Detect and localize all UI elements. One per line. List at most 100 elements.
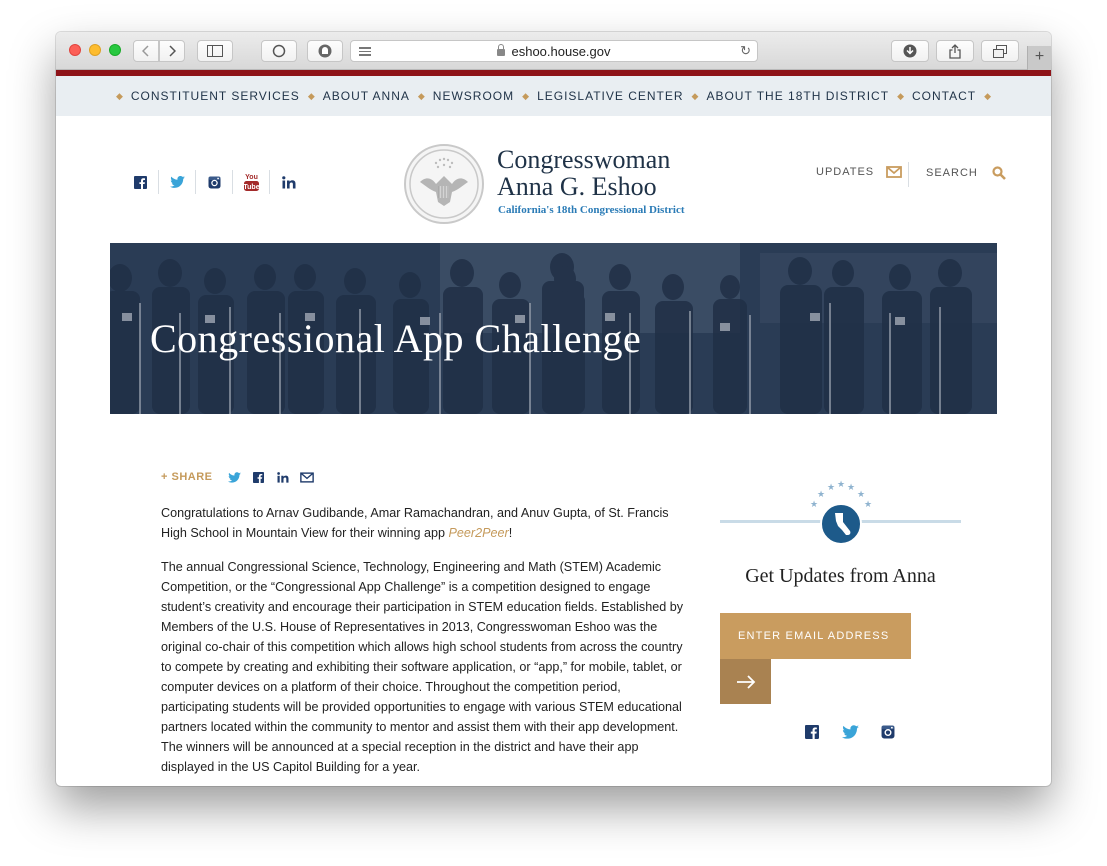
signup-social-links	[793, 722, 907, 742]
circle-icon	[272, 44, 286, 58]
youtube-icon: You Tube	[243, 174, 259, 191]
linkedin-icon	[276, 471, 288, 483]
nav-diamond-icon: ◆	[417, 90, 425, 101]
new-tab-button[interactable]: +	[1027, 46, 1051, 70]
eagle-seal-icon	[409, 149, 479, 219]
signup-submit-button[interactable]	[720, 659, 771, 704]
nav-diamond-icon: ◆	[984, 90, 992, 101]
sidebar-button[interactable]	[197, 40, 233, 62]
nav-about-anna[interactable]: ABOUT ANNA	[323, 89, 410, 103]
linkedin-icon	[281, 175, 295, 188]
twitter-link[interactable]	[159, 170, 196, 194]
article-text: !	[508, 526, 513, 540]
svg-text:★: ★	[827, 482, 835, 492]
address-bar[interactable]: eshoo.house.gov ↻	[350, 40, 758, 62]
seal-logo[interactable]	[404, 144, 484, 224]
facebook-icon	[805, 725, 819, 739]
share-bar: + SHARE	[161, 469, 319, 485]
twitter-icon	[841, 725, 859, 739]
reload-icon[interactable]: ↻	[740, 43, 751, 59]
svg-text:★: ★	[837, 479, 845, 489]
zoom-window-button[interactable]	[109, 44, 121, 56]
updates-label: UPDATES	[816, 166, 875, 178]
article-paragraph: Congratulations to Arnav Gudibande, Amar…	[161, 503, 691, 543]
svg-text:Tube: Tube	[243, 184, 259, 191]
arrow-right-icon	[736, 674, 755, 689]
page-title: Congressional App Challenge	[150, 316, 642, 361]
california-icon	[835, 513, 851, 535]
minimize-window-button[interactable]	[89, 44, 101, 56]
svg-text:★: ★	[864, 499, 872, 509]
share-email-button[interactable]	[295, 469, 319, 485]
article-text: Congratulations to Arnav Gudibande, Amar…	[161, 506, 669, 540]
nav-legislative-center[interactable]: LEGISLATIVE CENTER	[537, 89, 683, 103]
share-twitter-button[interactable]	[223, 469, 247, 485]
chevron-left-icon	[142, 45, 149, 57]
ghost-icon	[318, 44, 332, 58]
reader-view-icon[interactable]	[359, 47, 371, 58]
forward-button[interactable]	[159, 40, 185, 62]
instagram-icon	[881, 725, 895, 739]
facebook-link[interactable]	[122, 170, 159, 194]
chevron-right-icon	[169, 45, 176, 57]
sidebar-icon	[207, 45, 223, 57]
ghostery-button[interactable]	[307, 40, 343, 62]
reader-button[interactable]	[261, 40, 297, 62]
linkedin-link[interactable]	[270, 170, 307, 194]
downloads-button[interactable]	[891, 40, 929, 62]
peer2peer-link[interactable]: Peer2Peer	[449, 526, 509, 540]
instagram-link[interactable]	[196, 170, 233, 194]
share-button[interactable]: + SHARE	[161, 471, 213, 483]
share-button[interactable]	[936, 40, 974, 62]
nav-contact[interactable]: CONTACT	[912, 89, 976, 103]
svg-text:★: ★	[857, 489, 865, 499]
svg-text:★: ★	[810, 499, 818, 509]
twitter-link[interactable]	[831, 722, 869, 742]
youtube-link[interactable]: You Tube	[233, 170, 270, 194]
svg-text:★: ★	[847, 482, 855, 492]
lock-icon	[497, 43, 506, 56]
header-social-links: You Tube	[122, 170, 307, 194]
nav-diamond-icon: ◆	[522, 90, 530, 101]
tabs-icon	[993, 44, 1007, 58]
nav-diamond-icon: ◆	[115, 90, 123, 101]
facebook-icon	[253, 471, 264, 483]
share-facebook-button[interactable]	[247, 469, 271, 485]
nav-about-district[interactable]: ABOUT THE 18TH DISTRICT	[706, 89, 889, 103]
share-linkedin-button[interactable]	[271, 469, 295, 485]
updates-link[interactable]: UPDATES	[816, 166, 903, 178]
close-window-button[interactable]	[69, 44, 81, 56]
article-body: Congratulations to Arnav Gudibande, Amar…	[161, 503, 691, 786]
twitter-icon	[169, 176, 185, 188]
nav-constituent-services[interactable]: CONSTITUENT SERVICES	[131, 89, 300, 103]
instagram-link[interactable]	[869, 722, 907, 742]
url-text: eshoo.house.gov	[511, 43, 611, 59]
browser-toolbar: eshoo.house.gov ↻ +	[56, 32, 1051, 70]
mail-icon	[299, 471, 314, 483]
share-icon	[949, 43, 961, 59]
search-label: SEARCH	[926, 167, 978, 179]
facebook-icon	[133, 175, 147, 189]
svg-text:★: ★	[817, 489, 825, 499]
nav-newsroom[interactable]: NEWSROOM	[433, 89, 514, 103]
article-paragraph: The annual Congressional Science, Techno…	[161, 560, 684, 774]
mail-icon	[886, 166, 903, 178]
twitter-icon	[228, 471, 241, 483]
california-badge	[820, 503, 862, 545]
nav-diamond-icon: ◆	[897, 90, 904, 101]
facebook-link[interactable]	[793, 722, 831, 742]
logo-wordmark[interactable]: Congresswoman Anna G. Eshoo	[497, 146, 670, 200]
download-icon	[903, 44, 917, 58]
signup-heading: Get Updates from Anna	[745, 565, 936, 587]
tabs-button[interactable]	[981, 40, 1019, 62]
logo-line1: Congresswoman	[497, 145, 671, 174]
nav-diamond-icon: ◆	[691, 90, 699, 101]
main-navigation: ◆ CONSTITUENT SERVICES ◆ ABOUT ANNA ◆ NE…	[56, 76, 1051, 116]
instagram-icon	[208, 176, 220, 188]
hero-banner: Congressional App Challenge	[110, 243, 997, 414]
back-button[interactable]	[133, 40, 159, 62]
logo-subtitle: California's 18th Congressional District	[498, 204, 685, 216]
header-divider	[908, 162, 909, 187]
search-link[interactable]: SEARCH	[926, 166, 1006, 180]
email-field[interactable]	[720, 613, 911, 659]
